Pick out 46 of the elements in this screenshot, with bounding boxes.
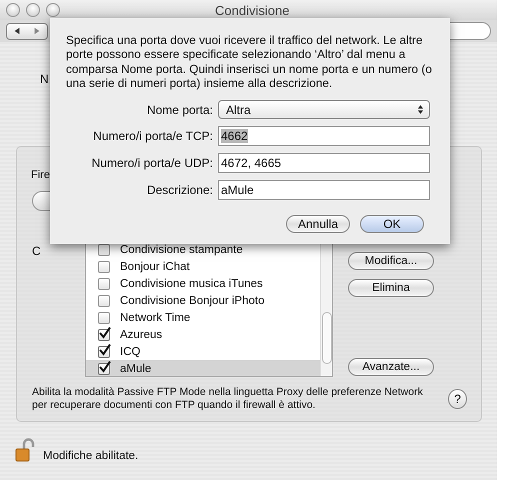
port-name-popup[interactable]: Altra [218,100,430,120]
service-row[interactable]: aMule [86,360,320,376]
ok-button[interactable]: OK [360,215,424,234]
back-forward-control[interactable] [6,22,48,40]
cancel-button[interactable]: Annulla [286,215,350,234]
checkbox[interactable] [98,312,110,324]
sheet-message: Specifica una porta dove vuoi ricevere il traffico del network. Le altre porte possono essere specificate selezionando ‘Altro’ dal menu a comparsa Nome porta. Quindi inserisci un nome porta e un numero (o una serie di numeri porta) insieme alla descrizione. [66,33,432,90]
stepper-arrows-icon [417,104,424,116]
close-button[interactable] [6,3,20,17]
checkbox[interactable] [98,244,110,256]
back-arrow-icon[interactable] [13,27,21,35]
lock-status-text: Modifiche abilitate. [43,450,138,462]
service-row[interactable]: Network Time [86,309,320,326]
service-row[interactable]: Azureus [86,326,320,343]
scrollbar[interactable] [320,241,332,376]
delete-button[interactable]: Elimina [348,279,434,297]
forward-arrow-icon[interactable] [33,27,41,35]
window-title: Condivisione [215,3,290,18]
service-row[interactable]: ICQ [86,343,320,360]
firewall-status-label: Fire [31,169,50,181]
checkbox[interactable] [98,294,110,306]
field-label: Descrizione: [146,183,213,198]
advanced-button[interactable]: Avanzate... [348,358,434,376]
input-field[interactable]: 4662 [218,126,430,146]
checkbox[interactable] [98,362,110,374]
zoom-button[interactable] [46,3,60,17]
input-field[interactable]: aMule [218,180,430,200]
service-row[interactable]: Bonjour iChat [86,258,320,275]
edit-button[interactable]: Modifica... [348,252,434,270]
service-row[interactable]: Condivisione Bonjour iPhoto [86,292,320,309]
help-button[interactable]: ? [448,389,467,409]
service-row[interactable]: Condivisione musica iTunes [86,275,320,292]
field-label: Numero/i porta/e UDP: [90,156,213,170]
checkbox[interactable] [98,328,110,340]
service-row[interactable]: Condivisione stampante [86,241,320,258]
padlock-icon[interactable] [15,438,35,462]
input-field[interactable]: 4672, 4665 [218,153,430,174]
field-label: Nome porta: [146,102,213,117]
minimize-button[interactable] [26,3,40,17]
checkbox[interactable] [98,278,110,290]
allow-label: C [32,243,42,260]
checkbox[interactable] [98,346,110,358]
ftp-note: Abilita la modalità Passive FTP Mode nella linguetta Proxy delle preferenze Network per recuperare documenti con FTP quando il firewall è attivo. [32,386,424,412]
checkbox[interactable] [98,260,110,272]
field-label: Numero/i porta/e TCP: [92,129,213,144]
computer-name-label: N [40,72,49,86]
